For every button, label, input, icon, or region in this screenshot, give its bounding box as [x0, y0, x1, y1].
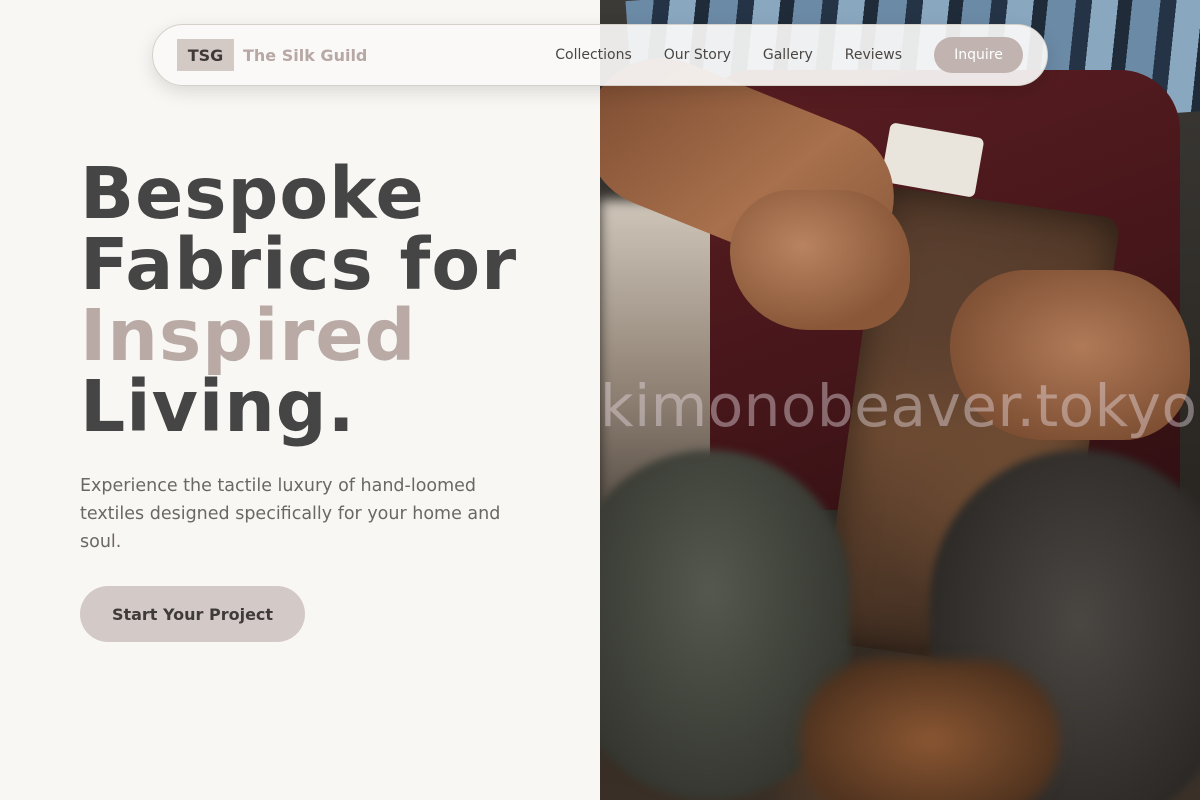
nav-link-our-story[interactable]: Our Story	[664, 47, 731, 63]
nav-link-collections[interactable]: Collections	[555, 47, 632, 63]
photo-left-hand	[730, 190, 910, 330]
headline-line-1: Bespoke	[80, 152, 425, 235]
hero-headline: Bespoke Fabrics for Inspired Living.	[80, 158, 580, 442]
hero-description: Experience the tactile luxury of hand-lo…	[80, 476, 501, 552]
inquire-button[interactable]: Inquire	[934, 37, 1023, 73]
photo-watermark: kimonobeaver.tokyo	[600, 372, 1198, 440]
brand-name: The Silk Guild	[243, 45, 368, 65]
brand-logo-mark: TSG	[177, 39, 234, 71]
nav-links: Collections Our Story Gallery Reviews In…	[555, 37, 1023, 73]
brand[interactable]: TSG The Silk Guild	[177, 39, 367, 71]
start-project-button[interactable]: Start Your Project	[80, 586, 305, 642]
top-navigation: TSG The Silk Guild Collections Our Story…	[152, 24, 1048, 86]
landing-page: kimonobeaver.tokyo TSG The Silk Guild Co…	[0, 0, 1200, 800]
nav-link-reviews[interactable]: Reviews	[845, 47, 902, 63]
nav-link-gallery[interactable]: Gallery	[763, 47, 813, 63]
headline-line-2: Fabrics for	[80, 223, 518, 306]
headline-accent: Inspired	[80, 294, 417, 377]
hero-section: Bespoke Fabrics for Inspired Living. Exp…	[80, 158, 580, 556]
photo-foreground-blur-bottom	[800, 660, 1060, 800]
headline-line-4: Living.	[80, 365, 356, 448]
